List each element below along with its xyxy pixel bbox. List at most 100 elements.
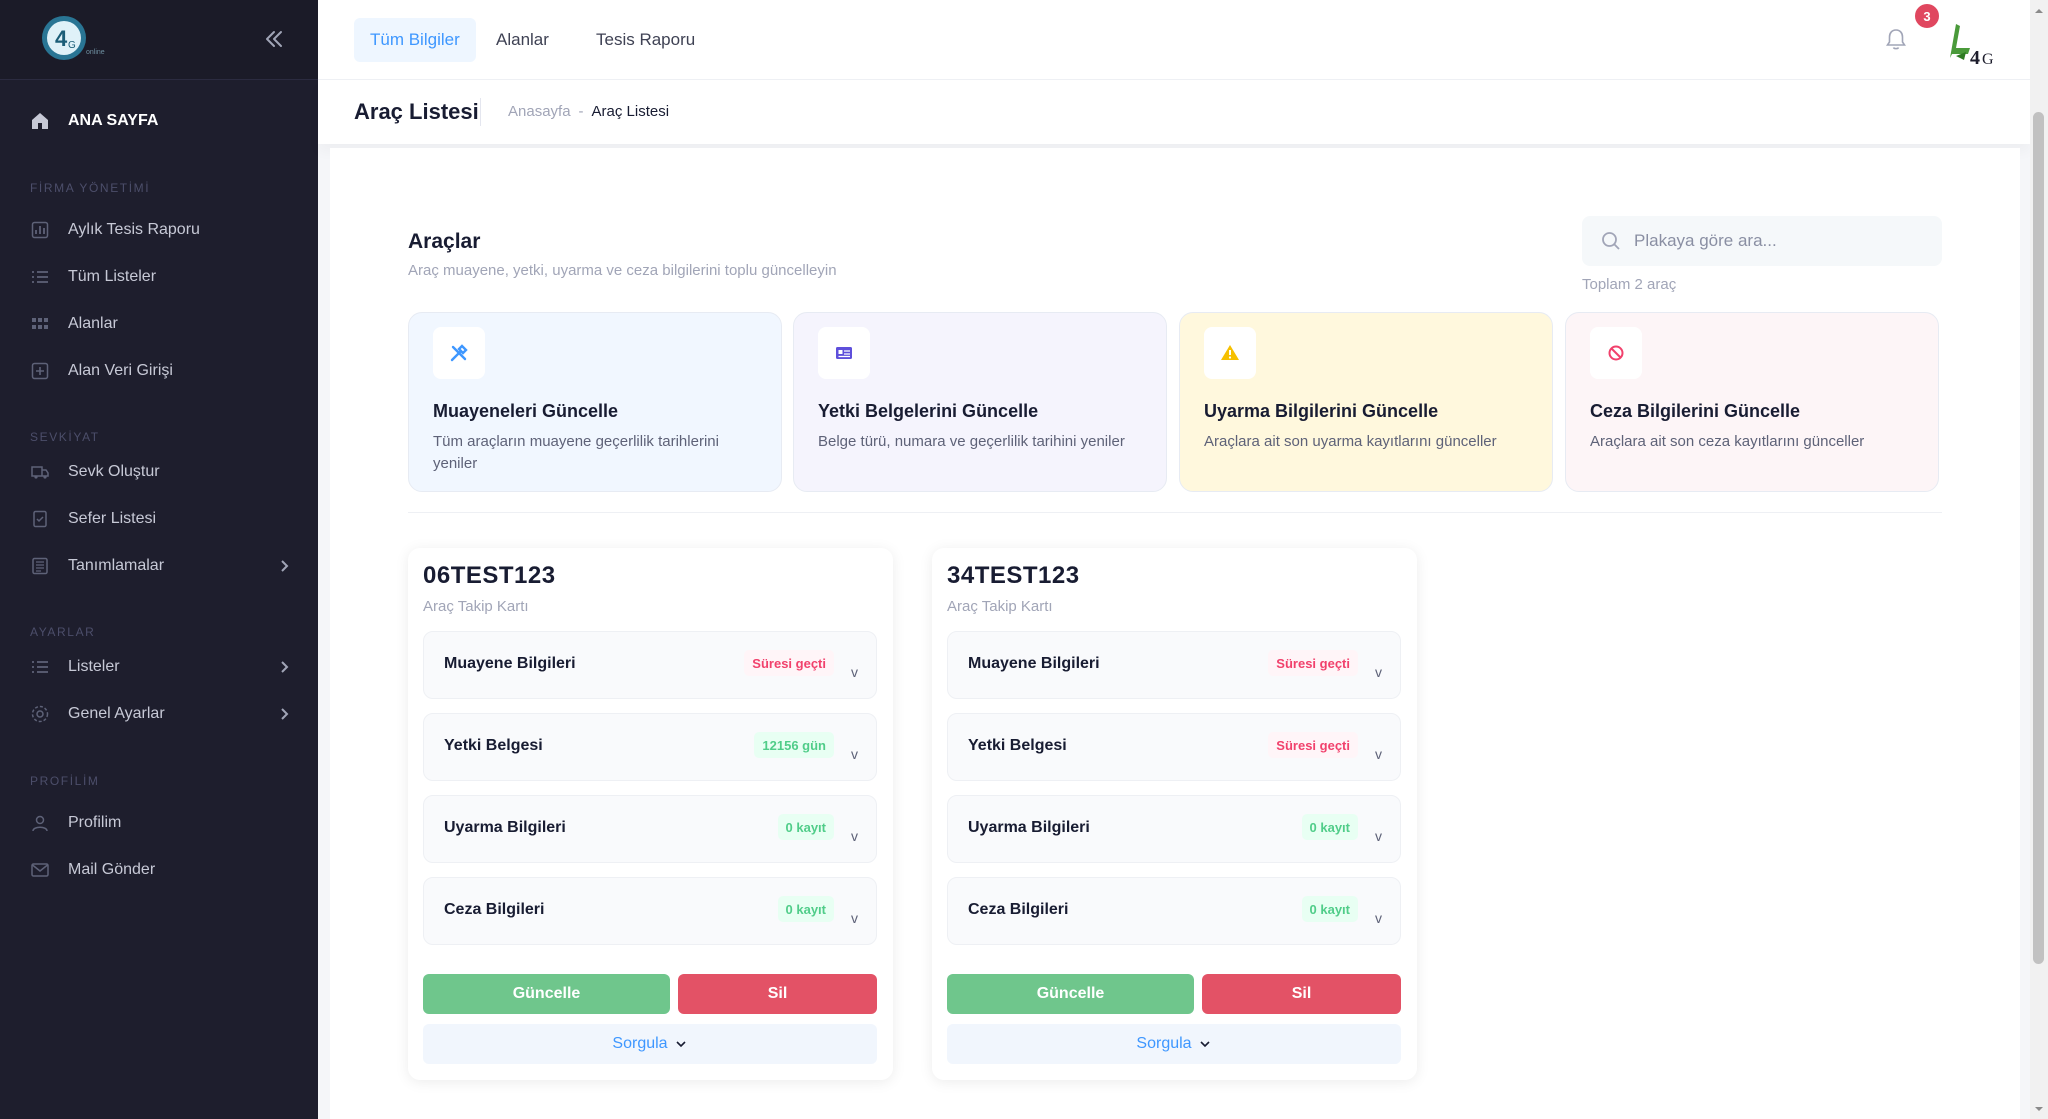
accordion-label: Uyarma Bilgileri [444, 819, 566, 836]
sidebar-item-send-mail[interactable]: Mail Gönder [28, 854, 155, 886]
vehicle-card: 34TEST123 Araç Takip Kartı Muayene Bilgi… [932, 548, 1417, 1080]
accordion-warnings[interactable]: Uyarma Bilgileri 0 kayıt v [947, 795, 1401, 863]
accordion-fines[interactable]: Ceza Bilgileri 0 kayıt v [947, 877, 1401, 945]
svg-text:4: 4 [1970, 47, 1980, 66]
breadcrumb: Anasayfa - Araç Listesi [508, 103, 669, 120]
user-icon [28, 811, 52, 835]
action-description: Belge türü, numara ve geçerlilik tarihin… [818, 433, 1125, 450]
accordion-fines[interactable]: Ceza Bilgileri 0 kayıt v [423, 877, 877, 945]
accordion-label: Ceza Bilgileri [444, 901, 545, 918]
section-divider [408, 512, 1942, 513]
sidebar-item-label: Listeler [68, 658, 120, 675]
sidebar-item-label: Sefer Listesi [68, 510, 157, 527]
status-badge: Süresi geçti [744, 650, 834, 676]
vehicle-card: 06TEST123 Araç Takip Kartı Muayene Bilgi… [408, 548, 893, 1080]
sidebar-item-label: Alan Veri Girişi [68, 362, 173, 379]
action-description: Araçlara ait son uyarma kayıtlarını günc… [1204, 433, 1497, 450]
breadcrumb-current: Araç Listesi [591, 103, 670, 120]
vehicle-plate: 34TEST123 [947, 562, 1080, 589]
tab-facility-report[interactable]: Tesis Raporu [580, 18, 711, 62]
query-button[interactable]: Sorgula [947, 1024, 1401, 1064]
section-profilim: PROFİLİM [30, 774, 100, 788]
page-scrollbar[interactable] [2030, 0, 2048, 1119]
collapse-sidebar-icon[interactable] [262, 27, 286, 51]
update-authority-docs-card[interactable]: Yetki Belgelerini Güncelle Belge türü, n… [793, 312, 1167, 492]
sidebar-item-create-shipment[interactable]: Sevk Oluştur [28, 456, 160, 488]
query-label: Sorgula [612, 1035, 668, 1052]
section-ayarlar: AYARLAR [30, 625, 96, 639]
document-icon [28, 554, 52, 578]
sidebar-item-area-data-entry[interactable]: Alan Veri Girişi [28, 355, 173, 387]
chevron-right-icon [281, 560, 289, 572]
main-content: Araçlar Araç muayene, yetki, uyarma ve c… [330, 148, 2020, 1119]
plate-search-input[interactable] [1634, 231, 1924, 251]
accordion-warnings[interactable]: Uyarma Bilgileri 0 kayıt v [423, 795, 877, 863]
vehicle-total-count: Toplam 2 araç [1582, 276, 1677, 293]
page-header: Araç Listesi Anasayfa - Araç Listesi [318, 80, 2030, 144]
sidebar-item-profile[interactable]: Profilim [28, 807, 121, 839]
accordion-authority[interactable]: Yetki Belgesi 12156 gün v [423, 713, 877, 781]
action-title: Ceza Bilgilerini Güncelle [1590, 401, 1801, 421]
sidebar-item-definitions[interactable]: Tanımlamalar [28, 550, 289, 582]
accordion-inspection[interactable]: Muayene Bilgileri Süresi geçti v [423, 631, 877, 699]
query-label: Sorgula [1136, 1035, 1192, 1052]
sidebar-item-areas[interactable]: Alanlar [28, 308, 118, 340]
tab-areas[interactable]: Alanlar [480, 18, 565, 62]
sidebar-item-label: Profilim [68, 814, 122, 831]
accordion-label: Yetki Belgesi [444, 737, 543, 754]
accordion-label: Muayene Bilgileri [444, 655, 576, 672]
update-button[interactable]: Güncelle [423, 974, 670, 1014]
truck-icon [28, 460, 52, 484]
accordion-authority[interactable]: Yetki Belgesi Süresi geçti v [947, 713, 1401, 781]
status-badge: Süresi geçti [1268, 650, 1358, 676]
list-icon [28, 655, 52, 679]
svg-text:G: G [1982, 51, 1994, 66]
update-fines-card[interactable]: Ceza Bilgilerini Güncelle Araçlara ait s… [1565, 312, 1939, 492]
status-badge: 0 kayıt [777, 814, 834, 840]
action-description: Araçlara ait son ceza kayıtlarını güncel… [1590, 433, 1865, 450]
tab-all-info[interactable]: Tüm Bilgiler [354, 18, 476, 62]
chevron-down-icon [676, 1041, 686, 1048]
bell-icon[interactable] [1882, 26, 1910, 54]
sidebar-item-label: Tüm Listeler [68, 268, 157, 285]
brand-logo[interactable]: 4 G [1944, 18, 1998, 66]
scroll-down-arrow-icon[interactable] [2034, 1104, 2044, 1114]
search-box[interactable] [1582, 216, 1942, 266]
chevron-down-icon: v [851, 664, 858, 680]
sidebar-item-lists[interactable]: Listeler [28, 651, 289, 683]
chevron-right-icon [281, 661, 289, 673]
scrollbar-thumb[interactable] [2033, 112, 2044, 964]
sidebar-item-general-settings[interactable]: Genel Ayarlar [28, 698, 289, 730]
update-inspections-card[interactable]: Muayeneleri Güncelle Tüm araçların muaye… [408, 312, 782, 492]
breadcrumb-home[interactable]: Anasayfa [508, 103, 571, 120]
sidebar-item-all-lists[interactable]: Tüm Listeler [28, 261, 156, 293]
accordion-label: Uyarma Bilgileri [968, 819, 1090, 836]
search-icon [1602, 232, 1620, 250]
sidebar-item-monthly-report[interactable]: Aylık Tesis Raporu [28, 214, 200, 246]
chevron-down-icon: v [1375, 746, 1382, 762]
notification-badge[interactable]: 3 [1913, 2, 1941, 30]
chevron-down-icon [1200, 1041, 1210, 1048]
status-badge: 0 kayıt [1301, 896, 1358, 922]
scroll-up-arrow-icon[interactable] [2034, 6, 2044, 16]
delete-button[interactable]: Sil [678, 974, 877, 1014]
list-icon [28, 265, 52, 289]
accordion-inspection[interactable]: Muayene Bilgileri Süresi geçti v [947, 631, 1401, 699]
svg-text:4: 4 [55, 26, 68, 51]
title-divider [480, 98, 481, 126]
sidebar-item-home[interactable]: ANA SAYFA [28, 105, 158, 137]
action-title: Muayeneleri Güncelle [433, 401, 619, 421]
company-logo[interactable]: 4 G online [38, 12, 116, 64]
action-description: Tüm araçların muayene geçerlilik tarihle… [433, 433, 719, 472]
top-navbar: Tüm Bilgiler Alanlar Tesis Raporu [318, 0, 2030, 80]
status-badge: 0 kayıt [777, 896, 834, 922]
query-button[interactable]: Sorgula [423, 1024, 877, 1064]
chevron-down-icon: v [851, 746, 858, 762]
delete-button[interactable]: Sil [1202, 974, 1401, 1014]
update-warnings-card[interactable]: Uyarma Bilgilerini Güncelle Araçlara ait… [1179, 312, 1553, 492]
mail-icon [28, 858, 52, 882]
section-sevkiyat: SEVKİYAT [30, 430, 100, 444]
sidebar-item-trip-list[interactable]: Sefer Listesi [28, 503, 156, 535]
sidebar-item-label: Sevk Oluştur [68, 463, 160, 480]
update-button[interactable]: Güncelle [947, 974, 1194, 1014]
